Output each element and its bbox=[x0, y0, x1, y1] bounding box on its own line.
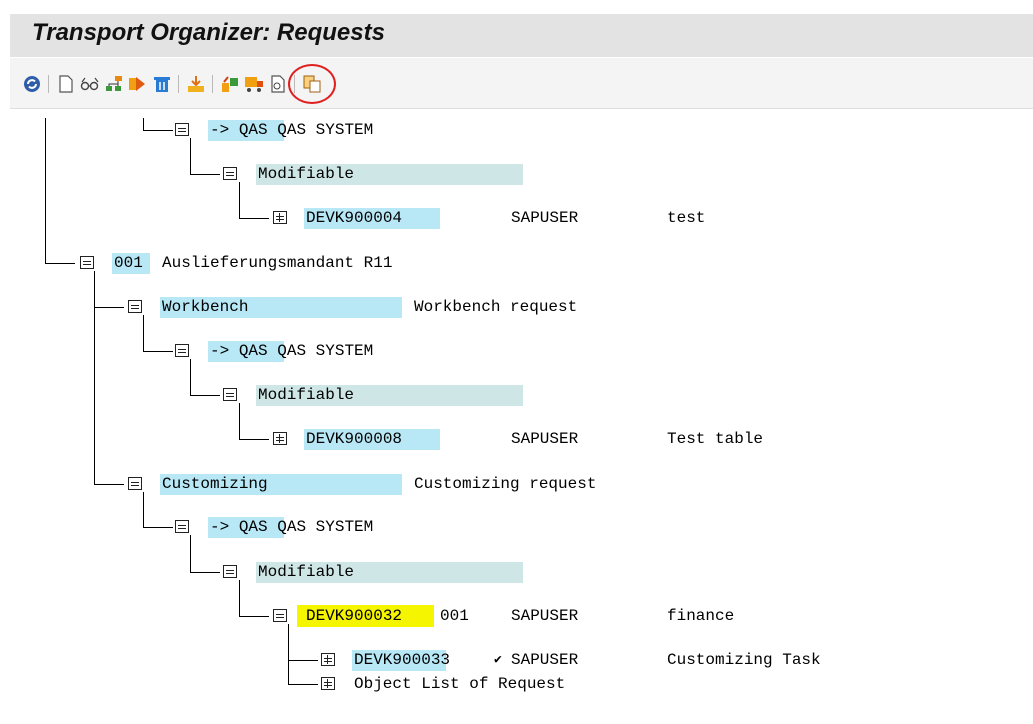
tree-node-workbench[interactable]: Workbench Workbench request bbox=[0, 295, 1033, 319]
expand-folder-icon[interactable] bbox=[321, 677, 335, 690]
tree-node-request-selected[interactable]: DEVK900032 001 SAPUSER finance bbox=[0, 604, 1033, 628]
tree-node-target-system[interactable]: -> QAS QAS SYSTEM bbox=[210, 515, 373, 539]
tree-node-client[interactable]: 001 Auslieferungsmandant R11 bbox=[0, 251, 1033, 275]
folder-icon[interactable] bbox=[175, 123, 189, 136]
tree-node-modifiable[interactable]: Modifiable bbox=[258, 383, 354, 407]
tree-node-request[interactable]: DEVK900008 SAPUSER Test table bbox=[0, 427, 1033, 451]
tree-node-customizing[interactable]: Customizing Customizing request bbox=[0, 472, 1033, 496]
folder-icon[interactable] bbox=[175, 520, 189, 533]
folder-icon[interactable] bbox=[175, 344, 189, 357]
folder-icon[interactable] bbox=[223, 388, 237, 401]
check-icon: ✔ bbox=[494, 652, 502, 667]
tree-node-modifiable[interactable]: Modifiable bbox=[258, 162, 354, 186]
tree-node-request[interactable]: DEVK900004 SAPUSER test bbox=[0, 206, 1033, 230]
tree-node-target-system[interactable]: -> QAS QAS SYSTEM bbox=[210, 339, 373, 363]
folder-icon[interactable] bbox=[223, 167, 237, 180]
tree-node-task[interactable]: DEVK900033 ✔ SAPUSER Customizing Task bbox=[0, 648, 1033, 672]
transport-tree: -> QAS QAS SYSTEM Modifiable DEVK900004 … bbox=[0, 0, 1033, 724]
folder-icon[interactable] bbox=[223, 565, 237, 578]
tree-node-target-system[interactable]: -> QAS QAS SYSTEM bbox=[210, 118, 373, 142]
tree-node-object-list[interactable]: Object List of Request bbox=[354, 672, 565, 696]
tree-node-modifiable[interactable]: Modifiable bbox=[258, 560, 354, 584]
